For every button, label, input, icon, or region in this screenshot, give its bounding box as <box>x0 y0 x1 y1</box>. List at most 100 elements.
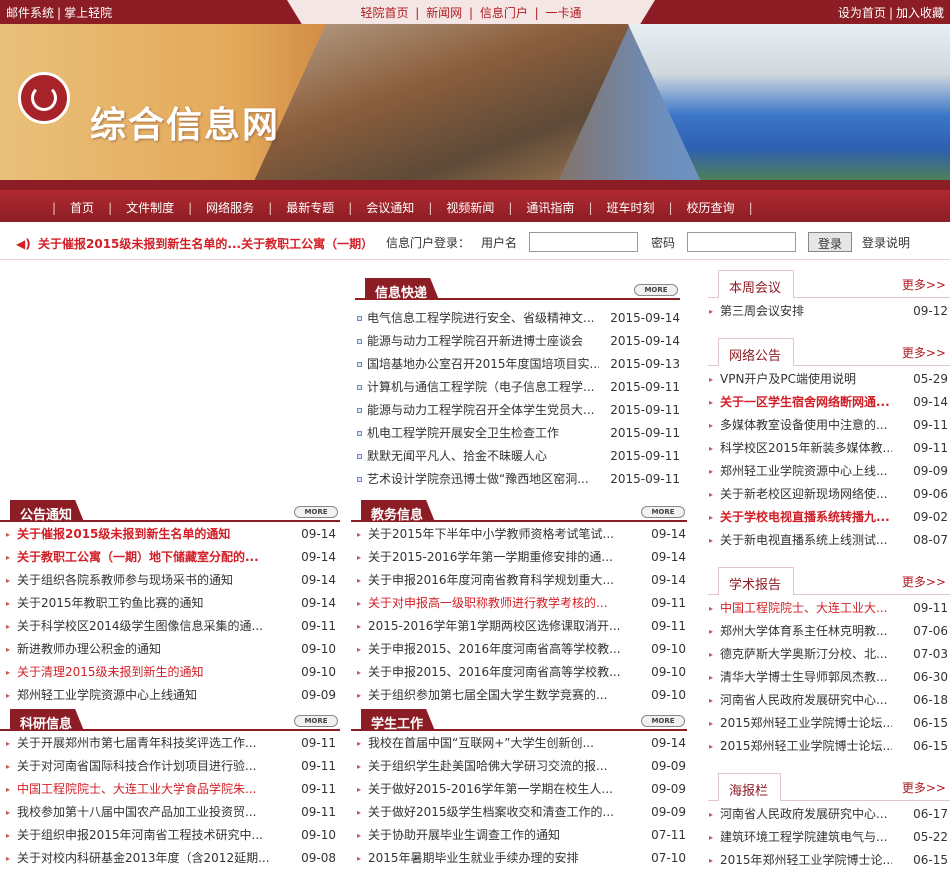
nav-item-calendar[interactable]: 校历查询 <box>673 199 749 216</box>
item-title[interactable]: 我校参加第十八届中国农产品加工业投资贸... <box>17 801 287 824</box>
item-title[interactable]: 关于2015年教职工钓鱼比赛的通知 <box>17 592 287 615</box>
list-item[interactable]: ▸ 2015年暑期毕业生就业手续办理的安排 07-10 <box>356 847 686 870</box>
item-title[interactable]: 关于对河南省国际科技合作计划项目进行验... <box>17 755 287 778</box>
scrolling-notice[interactable]: ◀) 关于催报2015级未报到新生名单的...关于教职工公寓（一期） <box>16 235 373 252</box>
item-title[interactable]: 河南省人民政府发展研究中心... <box>720 803 892 826</box>
list-item[interactable]: ▸ 关于协助开展毕业生调查工作的通知 07-11 <box>356 824 686 847</box>
list-item[interactable]: ▸ 新进教师办理公积金的通知 09-10 <box>5 638 336 661</box>
list-item[interactable]: ▸ 关于做好2015级学生档案收交和清查工作的... 09-09 <box>356 801 686 824</box>
list-item[interactable]: ▸ 关于2015年教职工钓鱼比赛的通知 09-14 <box>5 592 336 615</box>
list-item[interactable]: 艺术设计学院奈迅博士做“豫西地区窑洞... 2015-09-11 <box>355 468 680 491</box>
nav-item-topics[interactable]: 最新专题 <box>272 199 348 216</box>
more-link[interactable]: 更多>> <box>902 276 946 293</box>
news-link[interactable]: 新闻网 <box>426 6 462 20</box>
list-item[interactable]: ▸ 关于新老校区迎新现场网络使... 09-06 <box>708 483 948 506</box>
list-item[interactable]: ▸ 关于学校电视直播系统转播九... 09-02 <box>708 506 948 529</box>
list-item[interactable]: ▸ 关于对河南省国际科技合作计划项目进行验... 09-11 <box>5 755 336 778</box>
item-title[interactable]: 中国工程院院士、大连工业大... <box>720 597 892 620</box>
list-item[interactable]: 默默无闻平凡人、拾金不昧暖人心 2015-09-11 <box>355 445 680 468</box>
more-button[interactable]: MORE <box>641 715 685 727</box>
list-item[interactable]: ▸ 第三周会议安排 09-12 <box>708 300 948 323</box>
list-item[interactable]: ▸ 中国工程院院士、大连工业大... 09-11 <box>708 597 948 620</box>
login-button[interactable]: 登录 <box>808 232 852 252</box>
item-title[interactable]: 关于2015年下半年中小学教师资格考试笔试... <box>368 523 638 546</box>
list-item[interactable]: ▸ 关于组织申报2015年河南省工程技术研究中... 09-10 <box>5 824 336 847</box>
more-link[interactable]: 更多>> <box>902 344 946 361</box>
add-favorite-link[interactable]: 加入收藏 <box>896 6 944 20</box>
list-item[interactable]: ▸ 河南省人民政府发展研究中心... 06-17 <box>708 803 948 826</box>
list-item[interactable]: ▸ 关于组织学生赴美国哈佛大学研习交流的报... 09-09 <box>356 755 686 778</box>
list-item[interactable]: ▸ 中国工程院院士、大连工业大学食品学院朱... 09-11 <box>5 778 336 801</box>
item-title[interactable]: 郑州大学体育系主任林克明教... <box>720 620 892 643</box>
list-item[interactable]: ▸ 关于2015-2016学年第一学期重修安排的通... 09-14 <box>356 546 686 569</box>
list-item[interactable]: ▸ 郑州轻工业学院资源中心上线... 09-09 <box>708 460 948 483</box>
mobile-link[interactable]: 掌上轻院 <box>64 6 112 20</box>
list-item[interactable]: ▸ 科学校区2015年新装多媒体教... 09-11 <box>708 437 948 460</box>
more-button[interactable]: MORE <box>641 506 685 518</box>
item-title[interactable]: 国培基地办公室召开2015年度国培项目实... <box>367 353 599 376</box>
list-item[interactable]: ▸ 2015年郑州轻工业学院博士论... 06-15 <box>708 849 948 872</box>
list-item[interactable]: ▸ 河南省人民政府发展研究中心... 06-18 <box>708 689 948 712</box>
list-item[interactable]: ▸ 关于申报2015、2016年度河南省高等学校教... 09-10 <box>356 638 686 661</box>
item-title[interactable]: 关于清理2015级未报到新生的通知 <box>17 661 287 684</box>
item-title[interactable]: 建筑环境工程学院建筑电气与... <box>720 826 892 849</box>
list-item[interactable]: ▸ 关于教职工公寓（一期）地下储藏室分配的... 09-14 <box>5 546 336 569</box>
list-item[interactable]: ▸ 关于做好2015-2016学年第一学期在校生人... 09-09 <box>356 778 686 801</box>
list-item[interactable]: ▸ 德克萨斯大学奥斯汀分校、北... 07-03 <box>708 643 948 666</box>
item-title[interactable]: 关于对申报高一级职称教师进行教学考核的... <box>368 592 638 615</box>
list-item[interactable]: ▸ 我校参加第十八届中国农产品加工业投资贸... 09-11 <box>5 801 336 824</box>
item-title[interactable]: 关于组织参加第七届全国大学生数学竞赛的... <box>368 684 638 707</box>
list-item[interactable]: ▸ 我校在首届中国“互联网+”大学生创新创... 09-14 <box>356 732 686 755</box>
list-item[interactable]: ▸ 关于清理2015级未报到新生的通知 09-10 <box>5 661 336 684</box>
item-title[interactable]: 中国工程院院士、大连工业大学食品学院朱... <box>17 778 287 801</box>
item-title[interactable]: 关于申报2015、2016年度河南省高等学校教... <box>368 638 638 661</box>
list-item[interactable]: ▸ 多媒体教室设备使用中注意的... 09-11 <box>708 414 948 437</box>
list-item[interactable]: ▸ 关于催报2015级未报到新生名单的通知 09-14 <box>5 523 336 546</box>
item-title[interactable]: 德克萨斯大学奥斯汀分校、北... <box>720 643 892 666</box>
nav-item-files[interactable]: 文件制度 <box>112 199 188 216</box>
list-item[interactable]: 能源与动力工程学院召开全体学生党员大... 2015-09-11 <box>355 399 680 422</box>
login-help-link[interactable]: 登录说明 <box>862 234 910 251</box>
list-item[interactable]: ▸ 关于2015年下半年中小学教师资格考试笔试... 09-14 <box>356 523 686 546</box>
set-homepage-link[interactable]: 设为首页 <box>838 6 886 20</box>
item-title[interactable]: 关于2015-2016学年第一学期重修安排的通... <box>368 546 638 569</box>
list-item[interactable]: ▸ 郑州大学体育系主任林克明教... 07-06 <box>708 620 948 643</box>
item-title[interactable]: 清华大学博士生导师郭凤杰教... <box>720 666 892 689</box>
item-title[interactable]: 能源与动力工程学院召开新进博士座谈会 <box>367 330 599 353</box>
item-title[interactable]: 关于一区学生宿舍网络断网通... <box>720 391 892 414</box>
item-title[interactable]: 2015郑州轻工业学院博士论坛... <box>720 712 892 735</box>
more-button[interactable]: MORE <box>634 284 678 296</box>
list-item[interactable]: ▸ 郑州轻工业学院资源中心上线通知 09-09 <box>5 684 336 707</box>
item-title[interactable]: 艺术设计学院奈迅博士做“豫西地区窑洞... <box>367 468 599 491</box>
item-title[interactable]: 关于组织申报2015年河南省工程技术研究中... <box>17 824 287 847</box>
list-item[interactable]: 国培基地办公室召开2015年度国培项目实... 2015-09-13 <box>355 353 680 376</box>
list-item[interactable]: ▸ 建筑环境工程学院建筑电气与... 05-22 <box>708 826 948 849</box>
item-title[interactable]: 郑州轻工业学院资源中心上线通知 <box>17 684 287 707</box>
item-title[interactable]: 河南省人民政府发展研究中心... <box>720 689 892 712</box>
item-title[interactable]: 关于申报2015、2016年度河南省高等学校教... <box>368 661 638 684</box>
more-button[interactable]: MORE <box>294 506 338 518</box>
item-title[interactable]: 关于做好2015-2016学年第一学期在校生人... <box>368 778 638 801</box>
home-site-link[interactable]: 轻院首页 <box>360 6 408 20</box>
item-title[interactable]: 2015年暑期毕业生就业手续办理的安排 <box>368 847 638 870</box>
item-title[interactable]: 关于申报2016年度河南省教育科学规划重大... <box>368 569 638 592</box>
list-item[interactable]: ▸ 2015郑州轻工业学院博士论坛... 06-15 <box>708 712 948 735</box>
item-title[interactable]: 2015郑州轻工业学院博士论坛... <box>720 735 892 758</box>
list-item[interactable]: 机电工程学院开展安全卫生检查工作 2015-09-11 <box>355 422 680 445</box>
item-title[interactable]: 能源与动力工程学院召开全体学生党员大... <box>367 399 599 422</box>
nav-item-meetings[interactable]: 会议通知 <box>352 199 428 216</box>
nav-item-network[interactable]: 网络服务 <box>192 199 268 216</box>
item-title[interactable]: 计算机与通信工程学院（电子信息工程学... <box>367 376 599 399</box>
more-link[interactable]: 更多>> <box>902 779 946 796</box>
list-item[interactable]: ▸ 关于新电视直播系统上线测试... 08-07 <box>708 529 948 552</box>
item-title[interactable]: 关于新老校区迎新现场网络使... <box>720 483 892 506</box>
item-title[interactable]: 关于开展郑州市第七届青年科技奖评选工作... <box>17 732 287 755</box>
list-item[interactable]: ▸ 关于科学校区2014级学生图像信息采集的通... 09-11 <box>5 615 336 638</box>
item-title[interactable]: 关于组织学生赴美国哈佛大学研习交流的报... <box>368 755 638 778</box>
portal-link[interactable]: 信息门户 <box>480 6 528 20</box>
list-item[interactable]: ▸ 关于申报2015、2016年度河南省高等学校教... 09-10 <box>356 661 686 684</box>
nav-item-contacts[interactable]: 通讯指南 <box>512 199 588 216</box>
item-title[interactable]: 关于学校电视直播系统转播九... <box>720 506 892 529</box>
item-title[interactable]: 关于教职工公寓（一期）地下储藏室分配的... <box>17 546 287 569</box>
card-link[interactable]: 一卡通 <box>546 6 582 20</box>
